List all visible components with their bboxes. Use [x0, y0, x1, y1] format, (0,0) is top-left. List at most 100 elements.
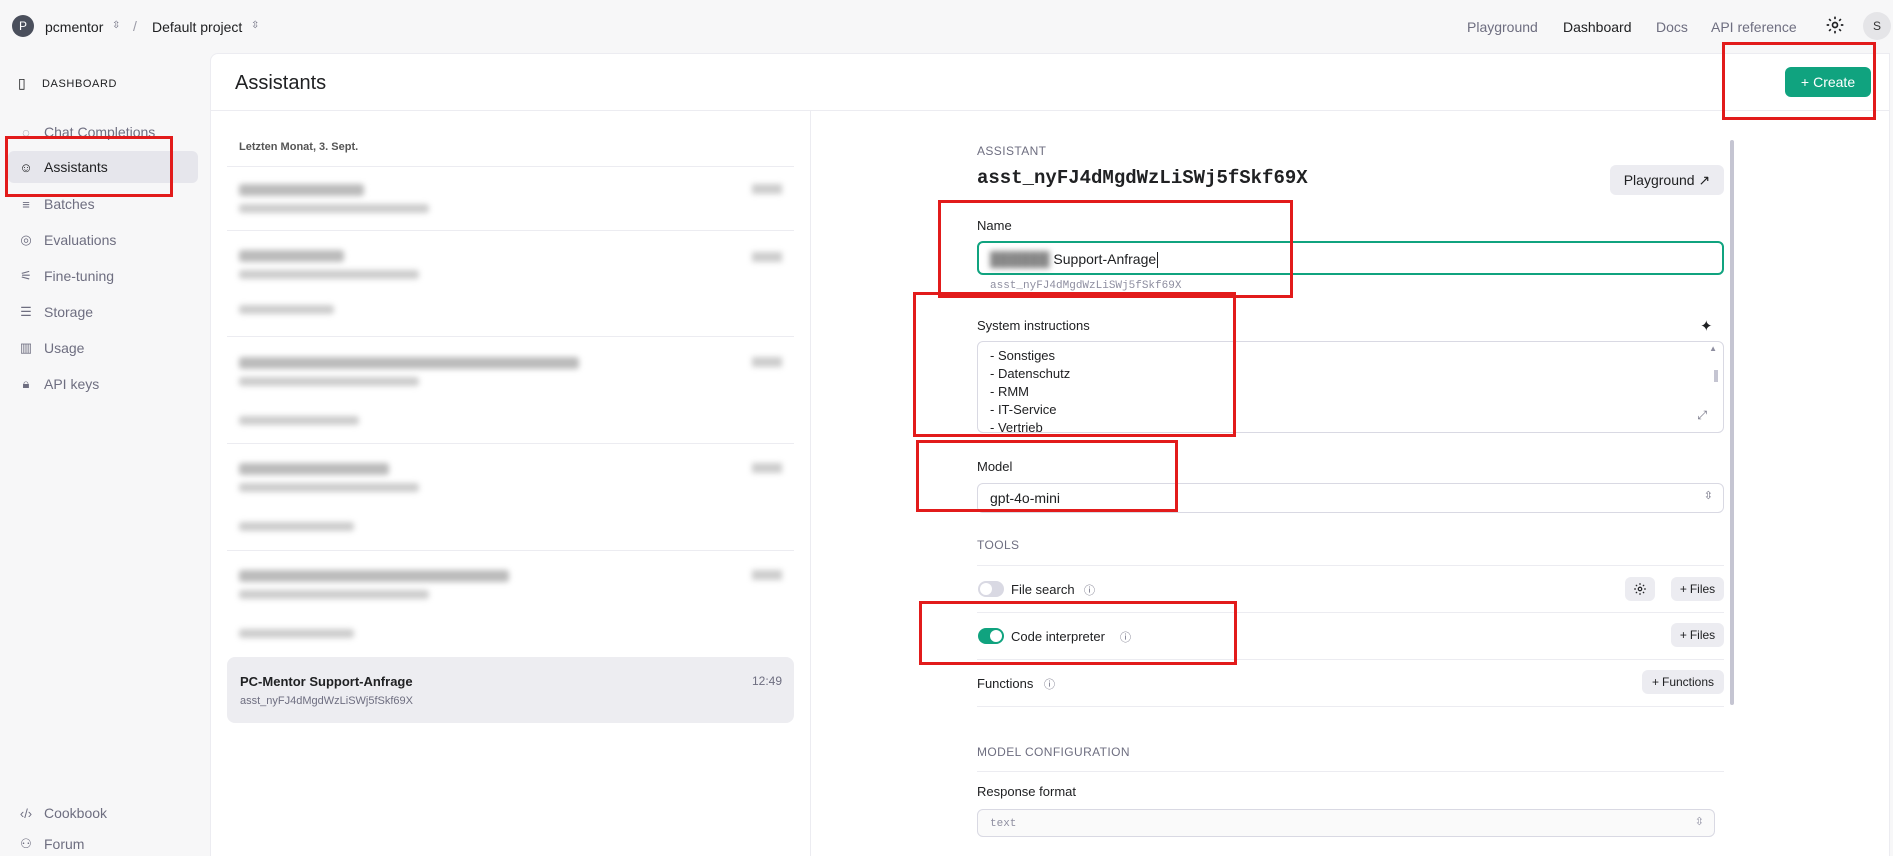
sidebar-item-label: Usage — [44, 340, 85, 356]
selected-assistant-title: PC-Mentor Support-Anfrage — [240, 674, 413, 689]
sidebar-item-label: Storage — [44, 304, 94, 320]
assistant-id-heading: asst_nyFJ4dMgdWzLiSWj5fSkf69X — [977, 167, 1308, 189]
sliders-icon: ⚟ — [20, 268, 32, 283]
functions-label: Functions — [977, 676, 1034, 691]
selected-assistant-time: 12:49 — [752, 674, 783, 688]
file-search-toggle[interactable] — [978, 581, 1004, 597]
playground-button-label: Playground — [1623, 172, 1695, 188]
detail-scrollbar[interactable] — [1730, 140, 1734, 705]
sidebar-header: DASHBOARD — [42, 78, 118, 90]
model-config-section-label: MODEL CONFIGURATION — [977, 745, 1130, 759]
list-item[interactable] — [239, 570, 509, 638]
response-format-value: text — [990, 818, 1017, 830]
plus-icon: + — [1651, 675, 1659, 689]
sidebar-item-label: Evaluations — [44, 232, 117, 248]
page-title: Assistants — [235, 72, 327, 94]
project-name[interactable]: Default project — [152, 19, 242, 35]
nav-dashboard[interactable]: Dashboard — [1563, 19, 1632, 35]
list-divider-line — [227, 166, 794, 167]
evaluations-icon: ◎ — [20, 232, 32, 247]
annotation-box-assistants — [5, 136, 173, 197]
nav-docs[interactable]: Docs — [1656, 19, 1688, 35]
tools-section-label: TOOLS — [977, 538, 1020, 552]
lock-icon: 🔒︎ — [22, 376, 30, 391]
sidebar-item-label: Fine-tuning — [44, 268, 115, 284]
sidebar-item-evaluations[interactable]: ◎ Evaluations — [8, 224, 198, 256]
database-icon: ☰ — [20, 304, 32, 319]
scroll-up-arrow-icon[interactable]: ▲ — [1709, 344, 1717, 353]
list-item[interactable] — [239, 250, 419, 314]
sidebar-item-fine-tuning[interactable]: ⚟ Fine-tuning — [8, 260, 198, 292]
sidebar-item-label: Batches — [44, 196, 95, 212]
sidebar-item-label: API keys — [44, 376, 100, 392]
list-divider-line — [227, 443, 794, 444]
toggle-knob — [980, 583, 992, 595]
list-item-time — [752, 570, 782, 580]
playground-button[interactable]: Playground ↗ — [1610, 165, 1724, 195]
chevron-updown-icon: ⇳ — [1703, 490, 1713, 502]
annotation-box-create — [1722, 42, 1876, 120]
plus-icon: + — [1679, 628, 1687, 642]
expand-icon[interactable]: ⤢ — [1697, 408, 1707, 423]
users-icon: ⚇ — [20, 836, 32, 851]
list-item-time — [752, 463, 782, 473]
assistant-section-label: ASSISTANT — [977, 144, 1047, 158]
header-divider — [211, 110, 1890, 111]
files-button-label: Files — [1689, 582, 1716, 596]
annotation-box-instructions — [913, 292, 1236, 437]
tools-divider — [977, 565, 1724, 566]
list-divider-line — [227, 336, 794, 337]
sidebar-item-label: Forum — [44, 836, 85, 852]
textarea-scroll-thumb[interactable] — [1714, 370, 1718, 382]
nav-playground[interactable]: Playground — [1467, 19, 1538, 35]
sidebar-item-storage[interactable]: ☰ Storage — [8, 296, 198, 328]
external-link-icon: ↗ — [1698, 171, 1711, 188]
list-divider-line — [227, 550, 794, 551]
settings-gear-icon[interactable] — [1825, 15, 1845, 40]
response-format-label: Response format — [977, 784, 1076, 799]
tools-divider — [977, 706, 1724, 707]
list-divider-line — [227, 230, 794, 231]
sparkle-generate-icon[interactable]: ✦ — [1700, 317, 1713, 335]
user-avatar[interactable]: S — [1863, 12, 1891, 40]
sidebar-item-cookbook[interactable]: ‹/› Cookbook — [8, 797, 198, 829]
code-interpreter-files-button[interactable]: + Files — [1671, 623, 1724, 647]
list-item[interactable] — [239, 463, 419, 531]
org-switcher-chevron-icon[interactable]: ⇳ — [112, 20, 120, 31]
response-format-select[interactable]: text ⇳ — [977, 809, 1715, 837]
nav-api-reference[interactable]: API reference — [1711, 19, 1797, 35]
functions-button-label: Functions — [1661, 675, 1715, 689]
plus-icon: + — [1679, 582, 1687, 596]
list-item-time — [752, 184, 782, 194]
list-item-time — [752, 252, 782, 262]
info-icon[interactable]: ⓘ — [1044, 676, 1055, 692]
files-button-label: Files — [1689, 628, 1716, 642]
file-search-settings-button[interactable] — [1625, 577, 1655, 601]
sidebar-item-usage[interactable]: ▥ Usage — [8, 332, 198, 364]
project-switcher-chevron-icon[interactable]: ⇳ — [251, 20, 259, 31]
sidebar-toggle-icon[interactable]: ▯ — [18, 75, 26, 92]
gear-icon — [1634, 583, 1646, 595]
sidebar-item-api-keys[interactable]: 🔒︎ API keys — [8, 368, 198, 400]
selected-assistant-item[interactable] — [227, 657, 794, 723]
breadcrumb-separator: / — [133, 18, 137, 34]
list-item-time — [752, 357, 782, 367]
model-config-divider — [977, 771, 1724, 772]
add-function-button[interactable]: + Functions — [1642, 670, 1724, 694]
org-avatar[interactable]: P — [12, 15, 34, 37]
batches-icon: ≡ — [22, 196, 30, 212]
sidebar-item-forum[interactable]: ⚇ Forum — [8, 832, 198, 856]
chevron-updown-icon: ⇳ — [1694, 816, 1704, 828]
list-item[interactable] — [239, 357, 579, 425]
file-search-files-button[interactable]: + Files — [1671, 577, 1724, 601]
code-icon: ‹/› — [19, 805, 33, 821]
bar-chart-icon: ▥ — [19, 340, 33, 355]
org-name[interactable]: pcmentor — [45, 19, 103, 35]
info-icon[interactable]: ⓘ — [1084, 582, 1095, 598]
list-item[interactable] — [239, 184, 429, 213]
annotation-box-code-interpreter — [919, 601, 1237, 665]
selected-assistant-id: asst_nyFJ4dMgdWzLiSWj5fSkf69X — [240, 695, 414, 707]
annotation-box-name — [938, 200, 1293, 298]
file-search-label: File search — [1011, 582, 1075, 597]
sidebar-item-label: Cookbook — [44, 805, 108, 821]
